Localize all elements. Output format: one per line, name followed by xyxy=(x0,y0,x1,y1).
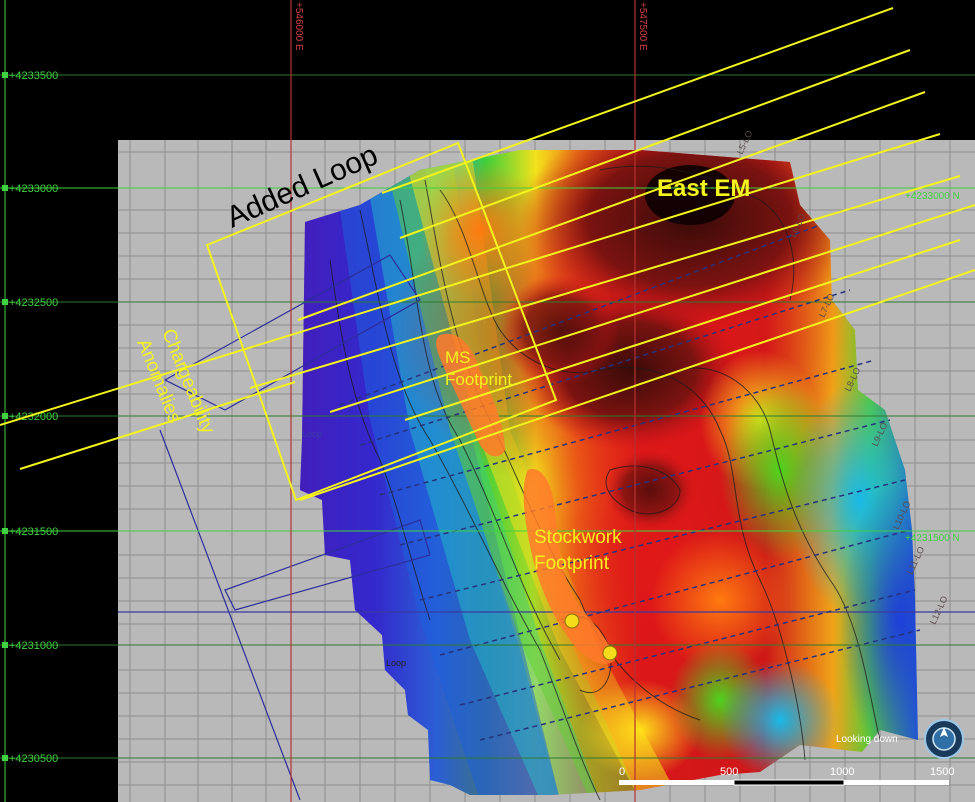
northing-label: +4233000 xyxy=(9,183,58,195)
view-orientation-icon[interactable] xyxy=(924,719,964,759)
ms-footprint-label-line1: MS xyxy=(445,348,471,367)
view-direction-label: Looking down xyxy=(836,734,898,745)
northing-right-label: +4231500 N xyxy=(905,533,960,544)
scale-bar-segment xyxy=(619,780,734,785)
northing-label: +4233500 xyxy=(9,70,58,82)
east-em-label: East EM xyxy=(657,175,750,202)
northing-label: +4232000 xyxy=(9,411,58,423)
geophysical-map: +4233500 +4233000 +4232500 +4232000 +423… xyxy=(0,0,975,802)
stockwork-label-line2: Footprint xyxy=(534,553,610,574)
northing-label: +4231500 xyxy=(9,526,58,538)
loop-label: Loop xyxy=(302,429,322,439)
northing-right-label: +4233000 N xyxy=(905,191,960,202)
northing-label: +4230500 xyxy=(9,753,58,765)
easting-label: +547500 E xyxy=(637,2,648,51)
stockwork-label-line1: Stockwork xyxy=(534,527,622,548)
scale-bar-segment xyxy=(733,779,845,786)
scale-tick-label: 1500 xyxy=(930,766,954,778)
northing-label: +4231000 xyxy=(9,640,58,652)
scale-bar-segment xyxy=(844,780,949,785)
ms-footprint-label-line2: Footprint xyxy=(445,370,512,389)
scale-tick-label: 0 xyxy=(619,766,625,778)
easting-label: +546000 E xyxy=(293,2,304,51)
loop-label: Loop xyxy=(386,658,406,668)
scale-tick-label: 500 xyxy=(720,766,738,778)
scale-tick-label: 1000 xyxy=(830,766,854,778)
northing-label: +4232500 xyxy=(9,297,58,309)
